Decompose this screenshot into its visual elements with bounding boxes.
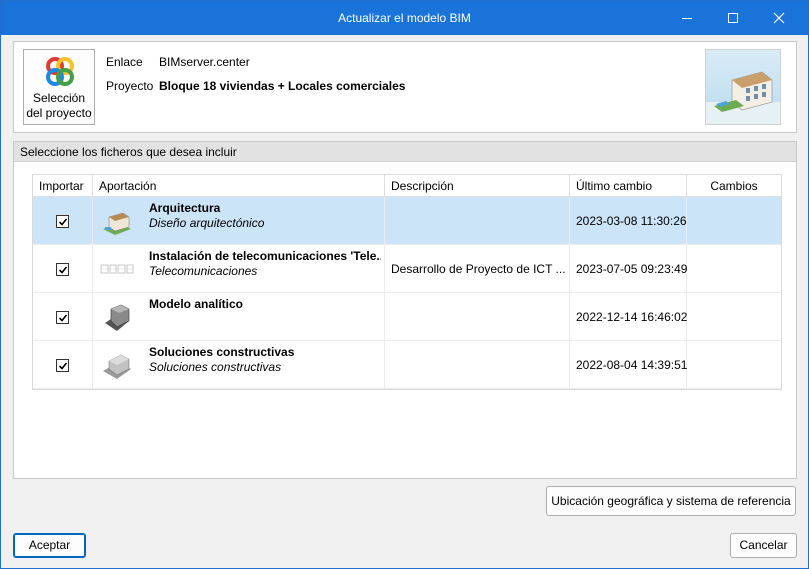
table-header: Importar Aportación Descripción Último c… [33,175,781,197]
contribution-title: Soluciones constructivas [149,345,295,359]
column-header-changes[interactable]: Cambios [687,175,781,197]
files-table: Importar Aportación Descripción Último c… [32,174,782,390]
contribution-title: Arquitectura [149,201,221,215]
checkmark-icon [58,218,68,226]
architecture-model-icon [103,212,131,235]
contribution-title: Modelo analítico [149,297,244,311]
analytical-model-icon [105,304,130,331]
dialog-window: Actualizar el modelo BIM Selección del p… [0,0,809,569]
changes-cell [687,341,781,388]
telecom-model-icon [100,264,134,274]
minimize-button[interactable] [665,1,709,35]
select-project-label: Selección del proyecto [24,91,94,121]
table-row[interactable]: Soluciones constructivas Soluciones cons… [33,341,781,389]
import-cell [33,341,93,388]
minimize-icon [682,17,692,19]
import-checkbox[interactable] [56,263,69,276]
contribution-subtitle: Soluciones constructivas [149,360,282,374]
import-checkbox[interactable] [56,359,69,372]
project-thumbnail [705,49,781,125]
project-name: Bloque 18 viviendas + Locales comerciale… [159,79,406,93]
close-icon [773,12,785,24]
close-button[interactable] [757,1,801,35]
description-cell: Desarrollo de Proyecto de ICT ... [385,245,570,292]
last-change-cell: 2022-08-04 14:39:51 [570,341,687,388]
column-header-contribution[interactable]: Aportación [93,175,385,197]
contribution-title: Instalación de telecomunicaciones 'Tele.… [149,249,381,263]
last-change-cell: 2023-07-05 09:23:49 [570,245,687,292]
contribution-cell: Instalación de telecomunicaciones 'Tele.… [93,245,385,292]
construction-solutions-icon [103,354,131,379]
column-header-description[interactable]: Descripción [385,175,570,197]
title-bar: Actualizar el modelo BIM [1,1,808,35]
column-header-last-change[interactable]: Último cambio [570,175,687,197]
last-change-cell: 2022-12-14 16:46:02 [570,293,687,340]
import-checkbox[interactable] [56,215,69,228]
accept-button[interactable]: Aceptar [13,533,86,558]
select-project-label-line2: del proyecto [26,106,92,120]
files-panel-heading: Seleccione los ficheros que desea inclui… [14,142,796,162]
bimserver-logo-icon [46,57,74,86]
files-panel: Seleccione los ficheros que desea inclui… [13,141,797,479]
contribution-subtitle: Diseño arquitectónico [149,216,265,230]
project-header-panel: Selección del proyecto Enlace BIMserver.… [13,41,797,133]
checkmark-icon [58,314,68,322]
select-project-button[interactable]: Selección del proyecto [23,49,95,125]
files-heading-text: Seleccione los ficheros que desea inclui… [20,145,237,159]
changes-cell [687,197,781,244]
maximize-icon [728,13,738,23]
changes-cell [687,245,781,292]
last-change-cell: 2023-03-08 11:30:26 [570,197,687,244]
maximize-button[interactable] [711,1,755,35]
table-row[interactable]: Arquitectura Diseño arquitectónico 2023-… [33,197,781,245]
import-cell [33,293,93,340]
project-label: Proyecto [106,79,154,93]
description-cell [385,341,570,388]
contribution-cell: Modelo analítico [93,293,385,340]
cancel-button[interactable]: Cancelar [730,533,797,558]
table-row[interactable]: Modelo analítico 2022-12-14 16:46:02 [33,293,781,341]
import-cell [33,197,93,244]
checkmark-icon [58,362,68,370]
description-cell [385,293,570,340]
column-header-import[interactable]: Importar [33,175,93,197]
geo-location-button[interactable]: Ubicación geográfica y sistema de refere… [546,486,796,516]
changes-cell [687,293,781,340]
contribution-cell: Soluciones constructivas Soluciones cons… [93,341,385,388]
description-text: Desarrollo de Proyecto de ICT ... [391,262,566,276]
import-cell [33,245,93,292]
link-label: Enlace [106,55,143,69]
description-cell [385,197,570,244]
select-project-label-line1: Selección [32,91,86,105]
import-checkbox[interactable] [56,311,69,324]
contribution-cell: Arquitectura Diseño arquitectónico [93,197,385,244]
checkmark-icon [58,266,68,274]
contribution-subtitle: Telecomunicaciones [149,264,258,278]
table-row[interactable]: Instalación de telecomunicaciones 'Tele.… [33,245,781,293]
link-value: BIMserver.center [159,55,250,69]
